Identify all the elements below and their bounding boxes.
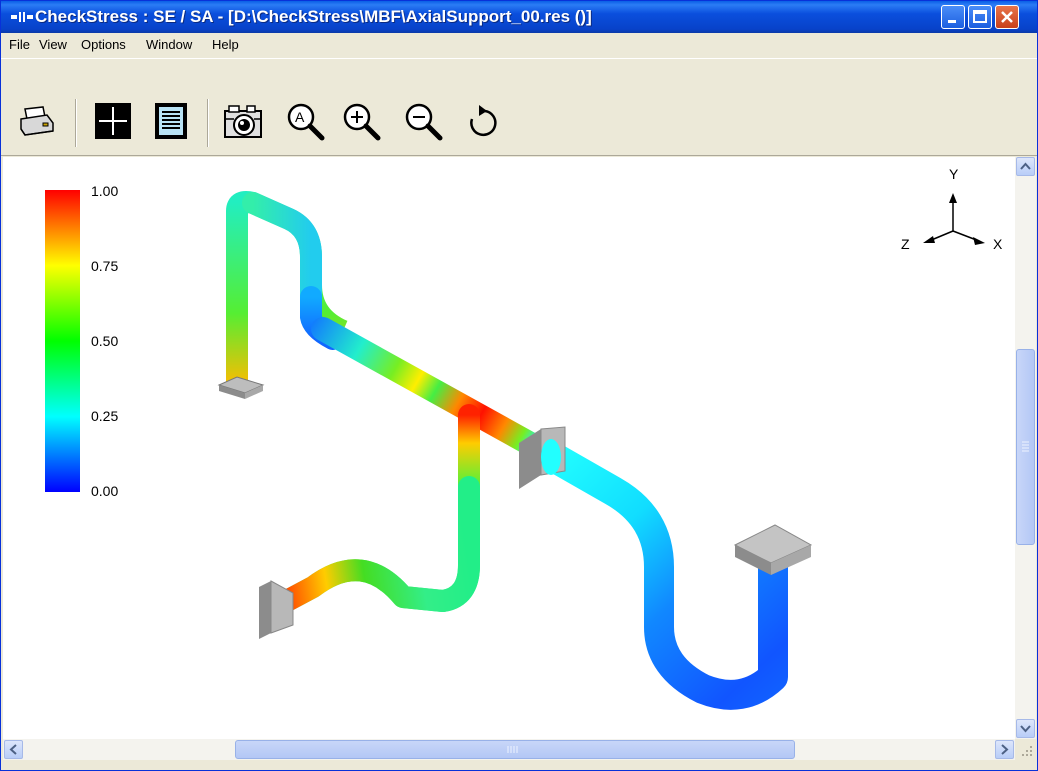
camera-icon[interactable] [223, 101, 263, 141]
minimize-button[interactable] [941, 5, 965, 29]
scroll-left-button[interactable] [4, 740, 23, 759]
scroll-up-button[interactable] [1016, 157, 1035, 176]
chevron-up-icon [1020, 162, 1031, 170]
menu-window[interactable]: Window [146, 37, 192, 52]
rotate-icon[interactable] [463, 101, 503, 141]
maximize-icon [973, 10, 987, 23]
close-button[interactable] [995, 5, 1019, 29]
legend-tick-0-50: 0.50 [91, 333, 119, 349]
minimize-icon [948, 20, 956, 23]
scroll-down-button[interactable] [1016, 719, 1035, 738]
legend-tick-0-25: 0.25 [91, 408, 119, 424]
grip-icon [507, 746, 518, 753]
grip-icon [1022, 441, 1029, 452]
crosshair-icon[interactable] [93, 101, 133, 141]
support-lower-left [259, 580, 294, 639]
zoom-out-icon[interactable] [403, 101, 443, 141]
horizontal-scrollbar[interactable] [3, 739, 1015, 760]
legend-tick-1-00: 1.00 [91, 183, 119, 199]
axis-x-label: X [993, 236, 1003, 252]
scroll-right-button[interactable] [995, 740, 1014, 759]
menu-options[interactable]: Options [81, 37, 126, 52]
color-scale-bar [45, 190, 80, 492]
menu-file[interactable]: File [9, 37, 30, 52]
menu-help[interactable]: Help [212, 37, 239, 52]
zoom-fit-icon[interactable]: A [285, 101, 325, 141]
app-icon [11, 12, 33, 22]
toolbar-separator [75, 99, 77, 147]
viewport-3d[interactable]: Y Z X 1.00 0.75 0.50 0.25 0.00 [3, 157, 1015, 739]
support-right [733, 524, 813, 575]
menu-bar: File View Options Window Help [1, 33, 1037, 57]
resize-grip[interactable] [1015, 739, 1036, 760]
pipe-right-run [528, 436, 788, 710]
window-title: CheckStress : SE / SA - [D:\CheckStress\… [35, 7, 592, 26]
pipe-model[interactable]: Y Z X [3, 157, 1015, 739]
zoom-in-icon[interactable] [341, 101, 381, 141]
legend-tick-0-00: 0.00 [91, 483, 119, 499]
legend-tick-0-75: 0.75 [91, 258, 119, 274]
toolbar-separator [207, 99, 209, 147]
pipe-lower-run [272, 476, 480, 614]
chevron-down-icon [1020, 725, 1031, 733]
svg-text:A: A [295, 109, 305, 125]
maximize-button[interactable] [968, 5, 992, 29]
vertical-scrollbar[interactable] [1015, 157, 1036, 739]
support-upper-left [217, 376, 265, 399]
chevron-right-icon [1001, 744, 1009, 755]
axis-triad: Y Z X [901, 166, 1003, 252]
printer-icon[interactable] [17, 101, 57, 141]
horizontal-scroll-thumb[interactable] [235, 740, 795, 759]
menu-view[interactable]: View [39, 37, 67, 52]
resize-grip-icon [1022, 746, 1032, 756]
close-icon [1001, 11, 1013, 23]
axis-z-label: Z [901, 236, 910, 252]
app-window: CheckStress : SE / SA - [D:\CheckStress\… [0, 0, 1038, 771]
vertical-scroll-thumb[interactable] [1016, 349, 1035, 545]
title-bar[interactable]: CheckStress : SE / SA - [D:\CheckStress\… [1, 1, 1037, 33]
chevron-left-icon [9, 744, 17, 755]
pipe-main-run [311, 317, 555, 463]
axis-y-label: Y [949, 166, 959, 182]
report-icon[interactable] [151, 101, 191, 141]
